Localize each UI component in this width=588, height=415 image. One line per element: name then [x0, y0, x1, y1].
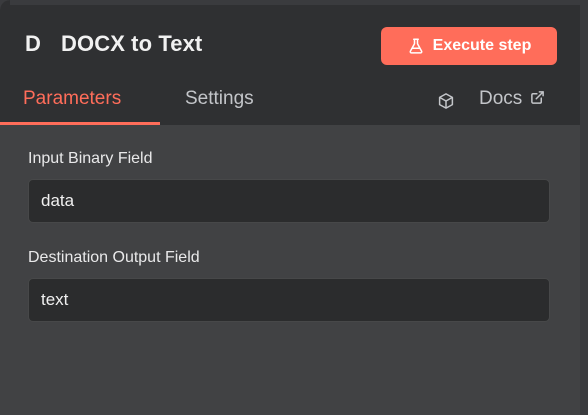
docs-label: Docs — [479, 88, 523, 109]
panel-header: D DOCX to Text Execute step Parameters S… — [0, 0, 588, 125]
destination-output-field-input[interactable] — [28, 278, 550, 322]
tab-bar: Parameters Settings Docs — [0, 80, 588, 125]
node-letter-icon: D — [25, 31, 41, 56]
input-binary-field-input[interactable] — [28, 179, 550, 223]
flask-icon — [409, 38, 423, 54]
box-icon[interactable] — [437, 92, 455, 110]
panel-right-edge — [580, 0, 588, 415]
external-link-icon — [531, 90, 545, 104]
node-details-panel: D DOCX to Text Execute step Parameters S… — [0, 0, 588, 415]
node-title: D DOCX to Text — [25, 31, 202, 57]
execute-step-label: Execute step — [432, 37, 532, 54]
execute-step-button[interactable]: Execute step — [381, 27, 557, 65]
destination-output-field-label: Destination Output Field — [28, 249, 200, 266]
active-tab-underline — [0, 122, 160, 125]
header-topline — [10, 0, 588, 5]
input-binary-field-label: Input Binary Field — [28, 150, 153, 167]
node-name[interactable]: DOCX to Text — [61, 31, 202, 57]
tab-parameters[interactable]: Parameters — [23, 88, 121, 110]
tab-settings[interactable]: Settings — [185, 88, 254, 110]
docs-link[interactable]: Docs — [479, 88, 545, 110]
